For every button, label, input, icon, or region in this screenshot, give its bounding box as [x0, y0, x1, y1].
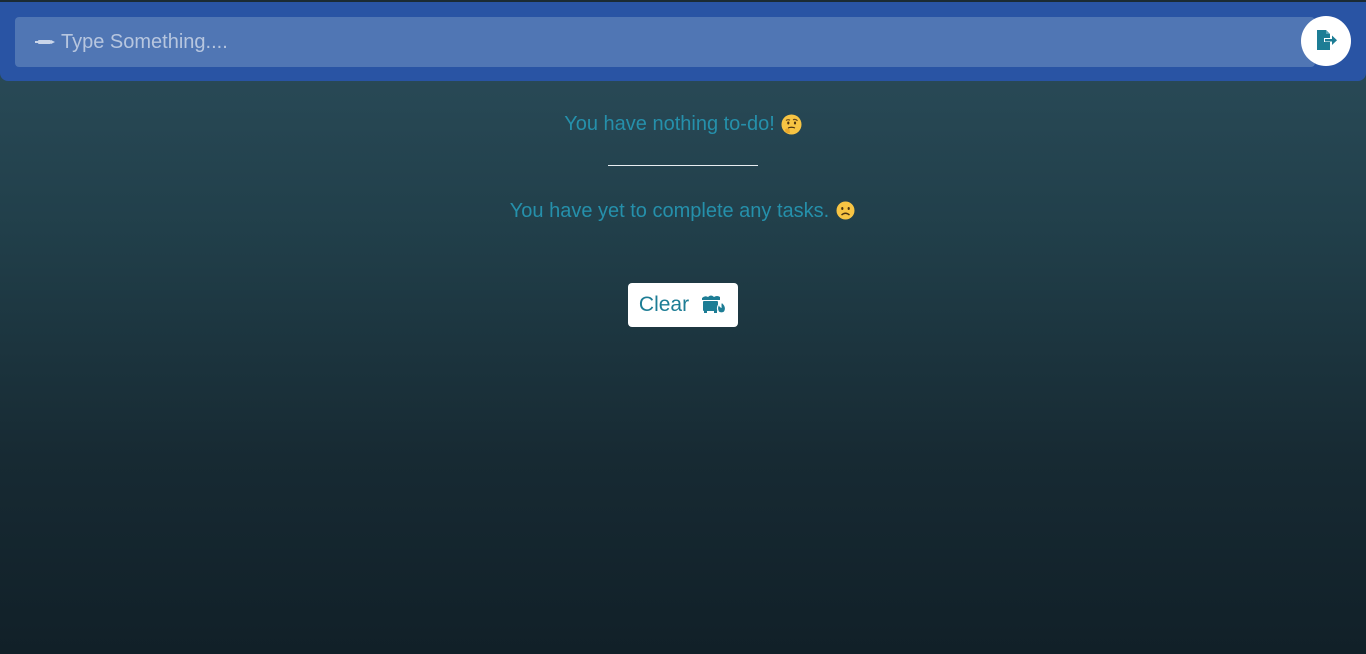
task-input-wrapper[interactable]	[15, 17, 1315, 67]
task-input-bar	[0, 2, 1366, 81]
section-divider	[608, 165, 758, 166]
task-input[interactable]	[61, 17, 1315, 67]
todo-empty-message: You have nothing to-do!	[0, 111, 1366, 137]
clear-button[interactable]: Clear	[628, 283, 738, 327]
done-empty-text: You have yet to complete any tasks.	[509, 199, 830, 222]
dumpster-fire-icon	[701, 294, 727, 317]
todo-empty-text: You have nothing to-do!	[564, 112, 775, 135]
submit-task-button[interactable]	[1301, 16, 1351, 66]
pen-icon	[35, 32, 55, 52]
clear-button-label: Clear	[638, 293, 690, 316]
frowning-face-icon	[835, 201, 856, 222]
file-export-icon	[1314, 28, 1338, 55]
done-empty-message: You have yet to complete any tasks.	[0, 198, 1366, 224]
thinking-face-icon	[781, 114, 802, 135]
